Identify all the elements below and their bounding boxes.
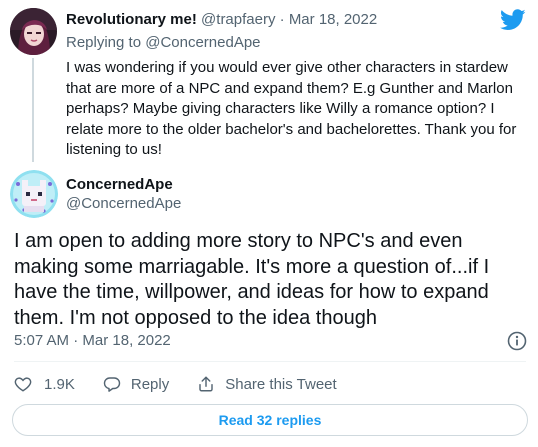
twitter-bird-icon[interactable] bbox=[499, 9, 526, 31]
tweet-timestamp[interactable]: 5:07 AM · Mar 18, 2022 bbox=[14, 332, 171, 349]
like-count: 1.9K bbox=[44, 375, 75, 393]
tweet-date[interactable]: Mar 18, 2022 bbox=[82, 332, 170, 349]
heart-icon bbox=[14, 377, 32, 392]
parent-display-name[interactable]: Revolutionary me! bbox=[66, 11, 197, 28]
share-label: Share this Tweet bbox=[225, 375, 337, 393]
thread-connector-line bbox=[32, 58, 34, 162]
replying-to-line: Replying to @ConcernedApe bbox=[66, 34, 261, 51]
share-icon bbox=[199, 376, 213, 392]
reply-button[interactable]: Reply bbox=[103, 375, 169, 393]
info-icon[interactable] bbox=[506, 330, 528, 352]
action-bar: 1.9K Reply Share this Tweet bbox=[14, 373, 365, 395]
timestamp-separator: · bbox=[73, 332, 79, 349]
parent-handle[interactable]: @trapfaery bbox=[201, 11, 275, 28]
author-display-name[interactable]: ConcernedApe bbox=[66, 176, 173, 193]
avatar-concernedape[interactable] bbox=[10, 170, 58, 218]
replying-to-mention[interactable]: @ConcernedApe bbox=[145, 34, 260, 51]
tweet-time[interactable]: 5:07 AM bbox=[14, 332, 69, 349]
reply-label: Reply bbox=[130, 375, 170, 393]
replying-to-prefix: Replying to bbox=[66, 34, 142, 51]
parent-date[interactable]: Mar 18, 2022 bbox=[289, 11, 377, 28]
parent-tweet-text: I was wondering if you would ever give o… bbox=[66, 59, 517, 158]
divider bbox=[14, 361, 526, 362]
read-replies-button[interactable]: Read 32 replies bbox=[12, 404, 528, 436]
author-handle[interactable]: @ConcernedApe bbox=[66, 195, 181, 212]
share-button[interactable]: Share this Tweet bbox=[197, 375, 337, 393]
main-tweet-text: I am open to adding more story to NPC's … bbox=[14, 230, 490, 329]
parent-separator: · bbox=[279, 11, 285, 28]
avatar-trapfaery[interactable] bbox=[10, 8, 57, 55]
parent-tweet-header: Revolutionary me! @trapfaery · Mar 18, 2… bbox=[66, 11, 377, 28]
like-button[interactable]: 1.9K bbox=[14, 375, 75, 393]
speech-bubble-icon bbox=[103, 377, 121, 392]
